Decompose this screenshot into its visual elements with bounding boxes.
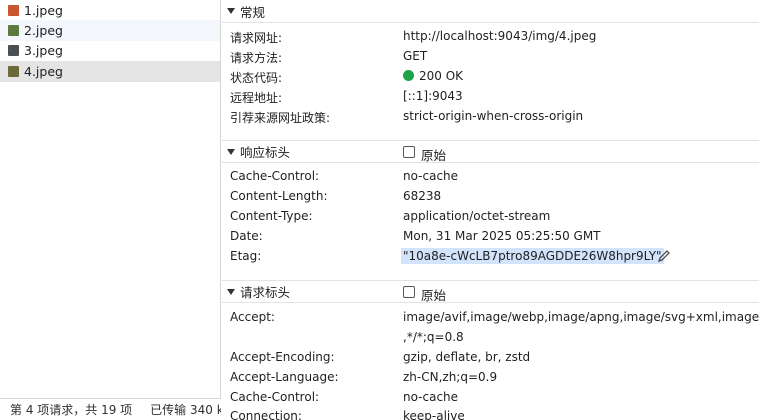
raw-label: 原始 (421, 288, 447, 303)
header-value-wrap: ,*/*;q=0.8 (403, 330, 464, 344)
edit-pencil-icon[interactable] (657, 249, 671, 263)
header-value: image/avif,image/webp,image/apng,image/s… (403, 310, 759, 324)
image-file-icon (8, 45, 19, 56)
header-key: Content-Type: (230, 209, 313, 223)
section-title: 常规 (240, 4, 266, 20)
header-key: 状态代码: (230, 71, 283, 85)
header-value: keep-alive (403, 409, 465, 420)
expand-triangle-icon (227, 288, 235, 295)
header-value: Mon, 31 Mar 2025 05:25:50 GMT (403, 229, 601, 243)
header-value: strict-origin-when-cross-origin (403, 109, 584, 123)
header-value: [::1]:9043 (403, 89, 463, 103)
etag-value-selected[interactable]: "10a8e-cWcLB7ptro89AGDDE26W8hpr9LY" (401, 248, 664, 264)
request-item[interactable]: 1.jpeg (0, 0, 220, 21)
header-value: no-cache (403, 390, 459, 404)
header-key: Accept: (230, 310, 275, 324)
request-name: 3.jpeg (24, 43, 63, 58)
header-value: 68238 (403, 189, 442, 203)
request-item[interactable]: 3.jpeg (0, 40, 220, 61)
request-item-selected[interactable]: 4.jpeg (0, 61, 220, 82)
request-item[interactable]: 2.jpeg (0, 20, 220, 41)
header-key: Etag: (230, 249, 262, 263)
network-status-bar: 第 4 项请求，共 19 项 已传输 340 kB (0, 398, 221, 420)
header-key: Cache-Control: (230, 169, 320, 183)
expand-triangle-icon (227, 8, 235, 14)
header-key: 引荐来源网址政策: (230, 111, 331, 125)
section-header-request[interactable]: 请求标头 原始 (222, 280, 759, 303)
section-header-response[interactable]: 响应标头 原始 (222, 140, 759, 163)
header-key: Content-Length: (230, 189, 328, 203)
section-title: 请求标头 (240, 285, 291, 300)
status-text: 200 OK (419, 69, 464, 83)
image-file-icon (8, 5, 19, 16)
status-value: 200 OK (403, 69, 463, 83)
image-file-icon (8, 25, 19, 36)
header-key: Accept-Language: (230, 370, 339, 384)
header-value: no-cache (403, 169, 459, 183)
header-key: 远程地址: (230, 91, 283, 105)
request-name: 2.jpeg (24, 23, 63, 38)
raw-label: 原始 (421, 148, 447, 163)
request-name: 1.jpeg (24, 3, 63, 18)
raw-checkbox[interactable] (403, 286, 415, 298)
header-value: gzip, deflate, br, zstd (403, 350, 531, 364)
request-count: 第 4 项请求，共 19 项 (10, 403, 133, 417)
header-value: http://localhost:9043/img/4.jpeg (403, 29, 597, 43)
header-key: 请求网址: (230, 31, 283, 45)
request-name: 4.jpeg (24, 64, 63, 79)
header-key: 请求方法: (230, 51, 283, 65)
request-list: 1.jpeg 2.jpeg 3.jpeg 4.jpeg 第 4 项请求，共 19… (0, 0, 221, 420)
status-ok-icon (403, 70, 414, 81)
transferred-size: 已传输 340 kB (150, 403, 221, 417)
image-file-icon (8, 66, 19, 77)
header-value: GET (403, 49, 428, 63)
raw-checkbox[interactable] (403, 146, 415, 158)
header-key: Cache-Control: (230, 390, 320, 404)
header-key: Connection: (230, 409, 302, 420)
header-value: zh-CN,zh;q=0.9 (403, 370, 498, 384)
section-title: 响应标头 (240, 145, 291, 160)
section-header-general[interactable]: 常规 (222, 0, 759, 23)
header-key: Accept-Encoding: (230, 350, 335, 364)
headers-panel: 常规 请求网址: http://localhost:9043/img/4.jpe… (222, 0, 759, 420)
header-key: Date: (230, 229, 263, 243)
expand-triangle-icon (227, 148, 235, 155)
header-value: application/octet-stream (403, 209, 551, 223)
